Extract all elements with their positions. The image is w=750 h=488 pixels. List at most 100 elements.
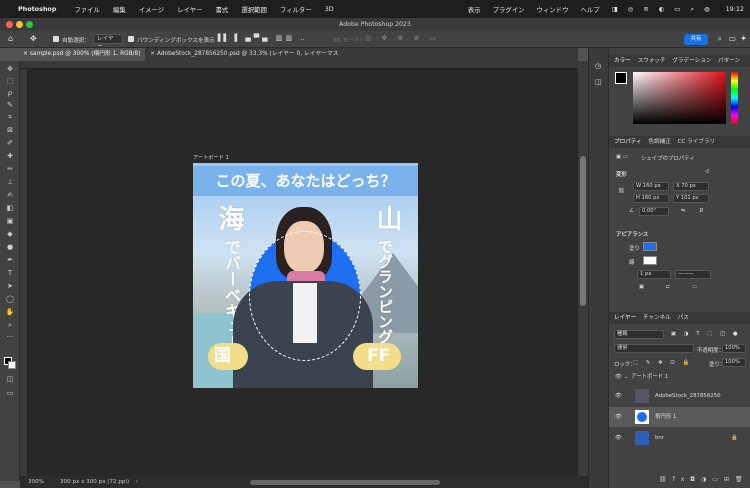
minimize-window-button[interactable] [16, 21, 23, 28]
new-layer-icon[interactable]: ⊞ [724, 476, 735, 483]
artboard-label[interactable]: アートボード 1 [193, 154, 229, 161]
layer-filter-dropdown[interactable]: 種類 [614, 330, 664, 339]
libraries-panel-icon[interactable]: ◫ [595, 78, 602, 86]
eyedropper-tool-icon[interactable]: ✐ [5, 139, 15, 148]
layer-row[interactable]: 👁 楕円形 1 [609, 407, 750, 427]
menu-edit[interactable]: 編集 [113, 5, 126, 14]
height-field[interactable]: H 160 px [633, 194, 669, 203]
share-button[interactable]: 共有 [684, 34, 708, 45]
fg-bg-swatch[interactable] [615, 72, 627, 84]
layer-row[interactable]: 👁 AdobeStock_287856250 [609, 386, 750, 406]
chevron-down-icon[interactable]: ⌄ [624, 370, 629, 384]
home-icon[interactable]: ⌂ [8, 34, 13, 43]
quick-mask-icon[interactable]: ◫ [5, 375, 15, 384]
y-field[interactable]: Y 101 px [673, 194, 709, 203]
layer-dropdown[interactable]: レイヤー [93, 34, 123, 50]
bbox-checkbox[interactable] [128, 36, 134, 42]
blur-tool-icon[interactable]: ◆ [5, 230, 15, 239]
tab-patterns[interactable]: パターン [718, 58, 740, 64]
tab-cc-libraries[interactable]: CC ライブラリ [678, 139, 716, 145]
scrollbar-thumb[interactable] [580, 156, 586, 306]
crop-tool-icon[interactable]: ⌗ [5, 113, 15, 122]
menu-layer[interactable]: レイヤー [177, 5, 202, 14]
background-color[interactable] [8, 361, 16, 369]
history-brush-icon[interactable]: ✍ [5, 191, 15, 200]
search-icon[interactable]: ⌕ [718, 34, 722, 44]
flip-icons[interactable]: ⇋ ⇵ [681, 208, 710, 214]
pen-tool-icon[interactable]: ✒ [5, 256, 15, 265]
fill-swatch[interactable] [643, 242, 657, 251]
auto-select-checkbox[interactable] [53, 36, 59, 42]
stroke-style-dropdown[interactable]: ——— [675, 270, 711, 279]
folder-icon[interactable]: ▭ [712, 476, 724, 483]
stroke-width-field[interactable]: 1 px [637, 270, 671, 279]
right-cta-button[interactable]: FF [353, 343, 401, 370]
close-icon[interactable]: × [23, 48, 28, 61]
tab-color[interactable]: カラー [614, 58, 631, 64]
marquee-tool-icon[interactable]: ⬚ [5, 77, 15, 86]
filter-icons[interactable]: ▣ ◑ T ⬚ ◫ ● [671, 331, 741, 337]
frame-tool-icon[interactable]: ⊠ [5, 126, 15, 135]
healing-tool-icon[interactable]: ✚ [5, 152, 15, 161]
menu-image[interactable]: イメージ [139, 5, 164, 14]
screen-mode-icon[interactable]: ▭ [5, 389, 15, 398]
align-icons[interactable]: ▐▌▐ ▄▀▄ ▥▥ ‥ [215, 34, 308, 42]
move-tool-icon[interactable]: ✥ [30, 34, 37, 43]
stroke-align-icons[interactable]: ▣ ⊏ ▭ [639, 284, 707, 290]
reset-icon[interactable]: ↺ [705, 169, 710, 175]
move-tool-icon[interactable]: ✥ [5, 65, 15, 74]
visibility-eye-icon[interactable]: 👁 [615, 407, 622, 427]
link-icon[interactable]: ⛓ [618, 188, 625, 194]
fill-opacity-field[interactable]: 100% [722, 358, 746, 367]
path-select-tool-icon[interactable]: ➤ [5, 282, 15, 291]
menu-view[interactable]: 表示 [468, 5, 481, 14]
more-tools-icon[interactable]: ··· [5, 333, 15, 342]
3d-mode-icons[interactable]: ◎ ✥ ⊕ ⊛ ▭ [365, 34, 440, 42]
menu-filter[interactable]: フィルター [280, 5, 312, 14]
lock-icons[interactable]: ⬚ ✎ ✥ ⊡ 🔒 [633, 360, 692, 366]
zoom-window-button[interactable] [26, 21, 33, 28]
quick-select-tool-icon[interactable]: ✎ [5, 101, 15, 110]
left-cta-button[interactable]: 国 [208, 343, 248, 370]
mask-icon[interactable]: ◘ [690, 476, 701, 483]
angle-field[interactable]: 0.00° [639, 207, 669, 216]
blend-mode-dropdown[interactable]: 通常 [614, 344, 694, 353]
hue-slider[interactable] [731, 72, 738, 124]
history-panel-icon[interactable]: ◷ [595, 62, 601, 70]
opacity-field[interactable]: 100% [722, 344, 746, 353]
stamp-tool-icon[interactable]: ⊥ [5, 178, 15, 187]
visibility-eye-icon[interactable]: 👁 [615, 386, 622, 406]
tab-swatches[interactable]: スウォッチ [638, 58, 666, 64]
tab-adjustments[interactable]: 色調補正 [648, 139, 670, 145]
layer-group-artboard[interactable]: 👁 ⌄ アートボード 1 [609, 370, 750, 384]
brush-tool-icon[interactable]: ✏ [5, 165, 15, 174]
workspace-icon[interactable]: ▭ [728, 34, 736, 43]
gradient-tool-icon[interactable]: ▣ [5, 217, 15, 226]
eraser-tool-icon[interactable]: ◧ [5, 204, 15, 213]
type-tool-icon[interactable]: T [5, 269, 15, 278]
layer-row[interactable]: 👁 bnr 🔒 [609, 428, 750, 448]
visibility-eye-icon[interactable]: 👁 [615, 370, 622, 384]
fx-icon[interactable]: fx [673, 476, 691, 483]
menu-plugins[interactable]: プラグイン [493, 5, 525, 14]
tab-properties[interactable]: プロパティ [614, 139, 642, 145]
tab-channels[interactable]: チャンネル [643, 315, 671, 321]
tab-layers[interactable]: レイヤー [614, 315, 636, 321]
color-picker-field[interactable] [633, 72, 726, 124]
stroke-swatch[interactable] [643, 256, 657, 265]
close-window-button[interactable] [6, 21, 13, 28]
menu-type[interactable]: 書式 [216, 5, 229, 14]
menu-window[interactable]: ウィンドウ [537, 5, 569, 14]
x-field[interactable]: X 70 px [673, 182, 709, 191]
trash-icon[interactable]: 🗑 [735, 476, 749, 483]
hand-tool-icon[interactable]: ✋ [5, 308, 15, 317]
tab-adobestock[interactable]: × AdobeStock_287856250.psd @ 33.3% (レイヤー… [147, 48, 347, 70]
zoom-tool-icon[interactable]: ⌕ [5, 321, 15, 330]
link-icon[interactable]: ⛓ [659, 476, 673, 483]
adjustment-icon[interactable]: ◑ [701, 476, 712, 483]
zoom-level[interactable]: 300% [28, 476, 44, 488]
dodge-tool-icon[interactable]: ● [5, 243, 15, 252]
sparkle-icon[interactable]: ✦ [740, 34, 747, 43]
menu-3d[interactable]: 3D [325, 5, 334, 13]
tab-sample[interactable]: × sample.psd @ 300% (楕円形 1, RGB/8) [20, 48, 145, 61]
